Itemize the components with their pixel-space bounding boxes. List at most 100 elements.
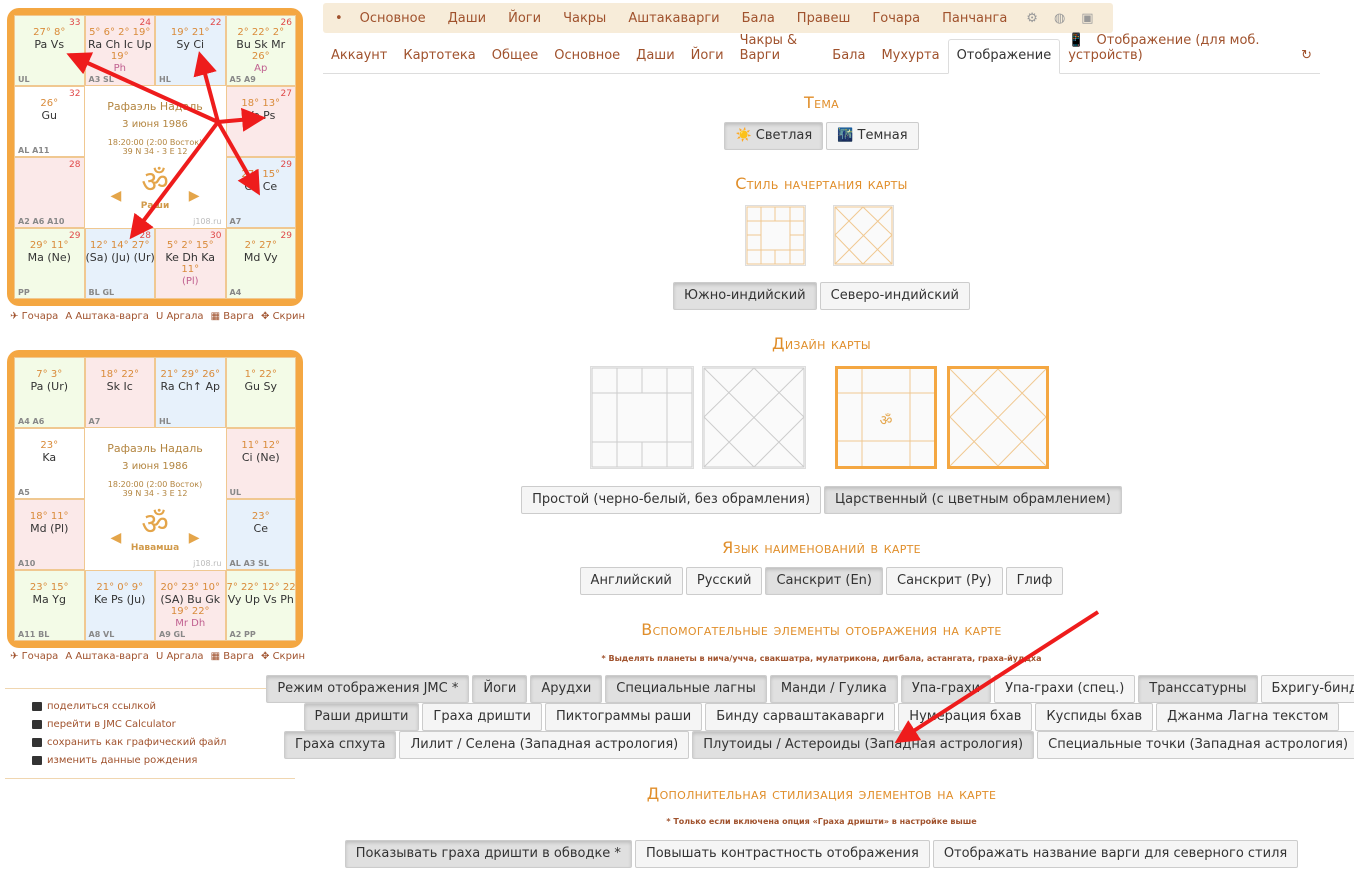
chart-house-cell[interactable]: 18° 11° Md (Pl) A10 bbox=[14, 499, 85, 570]
tab-bala-settings[interactable]: Бала bbox=[824, 48, 873, 73]
chart-house-cell[interactable]: 1° 22° Gu Sy bbox=[225, 357, 296, 428]
tab-chakry-vargi[interactable]: Чакры & Варги bbox=[732, 33, 825, 73]
tab-account[interactable]: Аккаунт bbox=[323, 48, 395, 73]
tab-panchanga[interactable]: Панчанга bbox=[931, 11, 1018, 26]
chart-house-cell[interactable]: 32 26° Gu AL A11 bbox=[14, 86, 85, 157]
yogi-button[interactable]: Йоги bbox=[472, 675, 528, 703]
jmc-calculator-link[interactable]: перейти в JMC Calculator bbox=[32, 716, 226, 734]
janma-lagna-text-button[interactable]: Джанма Лагна текстом bbox=[1156, 703, 1340, 731]
varga-link[interactable]: ▦ Варга bbox=[211, 311, 254, 327]
rasi-chart[interactable]: 33 27° 8° Pa Vs UL 24 5° 6° 2° 19° Ra Ch Ic Up… bbox=[7, 8, 303, 306]
tab-dashi-settings[interactable]: Даши bbox=[628, 48, 682, 73]
high-contrast-button[interactable]: Повышать контрастность отображения bbox=[634, 840, 930, 868]
book-icon[interactable]: ▣ bbox=[1073, 11, 1101, 26]
tab-bala[interactable]: Бала bbox=[731, 11, 786, 26]
navamsa-chart[interactable]: 7° 3° Pa (Ur) A4 A6 18° 22° Sk Ic A7 21° 29° 2… bbox=[7, 350, 303, 648]
jmc-mode-button[interactable]: Режим отображения JMC * bbox=[266, 675, 470, 703]
chart-house-cell[interactable]: 18° 22° Sk Ic A7 bbox=[84, 357, 155, 428]
tab-kartoteka[interactable]: Картотека bbox=[395, 48, 483, 73]
chart-house-cell[interactable]: 21° 29° 26° Ra Ch↑ Ap HL bbox=[155, 357, 226, 428]
chart-house-cell[interactable]: 21° 0° 9° Ke Ps (Ju) A8 VL bbox=[84, 570, 155, 641]
plutoids-asteroids-button[interactable]: Плутоиды / Астероиды (Западная астрологи… bbox=[692, 731, 1035, 759]
royal-north-thumbnail[interactable] bbox=[947, 366, 1049, 469]
lang-russian-button[interactable]: Русский bbox=[685, 567, 763, 595]
share-link[interactable]: поделиться ссылкой bbox=[32, 698, 226, 716]
tab-display-mobile[interactable]: 📱 Отображение (для моб. устройств) bbox=[1060, 33, 1285, 73]
chart-house-cell[interactable]: 29 29° 11° Ma (Ne) PP bbox=[14, 228, 85, 299]
ashtaka-link[interactable]: A Аштака-варга bbox=[65, 651, 149, 667]
globe-icon[interactable]: ◍ bbox=[1046, 11, 1073, 26]
edit-birth-data-link[interactable]: изменить данные рождения bbox=[32, 752, 226, 770]
tab-muhurta[interactable]: Мухурта bbox=[873, 48, 947, 73]
chart-house-cell[interactable]: 28 A2 A6 A10 bbox=[14, 157, 85, 228]
tab-yogi-settings[interactable]: Йоги bbox=[683, 48, 732, 73]
chart-house-cell[interactable]: 7° 3° Pa (Ur) A4 A6 bbox=[14, 357, 85, 428]
drishti-outline-button[interactable]: Показывать граха дришти в обводке * bbox=[344, 840, 632, 868]
lang-sanskrit-ru-button[interactable]: Санскрит (Ру) bbox=[886, 567, 1003, 595]
lilith-selena-button[interactable]: Лилит / Селена (Западная астрология) bbox=[399, 731, 690, 759]
royal-design-button[interactable]: Царственный (с цветным обрамлением) bbox=[824, 486, 1122, 514]
chart-house-cell[interactable]: 33 27° 8° Pa Vs UL bbox=[14, 15, 85, 86]
chart-house-cell[interactable]: 29 2° 27° Md Vy A4 bbox=[225, 228, 296, 299]
refresh-icon[interactable]: ↻ bbox=[1285, 48, 1320, 73]
theme-dark-button[interactable]: 🌃 Темная bbox=[826, 122, 919, 150]
south-indian-thumbnail[interactable] bbox=[745, 205, 806, 266]
simple-north-thumbnail[interactable] bbox=[702, 366, 806, 469]
north-indian-thumbnail[interactable] bbox=[833, 205, 894, 266]
tab-dashi[interactable]: Даши bbox=[437, 11, 497, 26]
tab-chakry[interactable]: Чакры bbox=[552, 11, 617, 26]
chart-house-cell[interactable]: 22 19° 21° Sy Ci HL bbox=[155, 15, 226, 86]
ashtaka-link[interactable]: A Аштака-варга bbox=[65, 311, 149, 327]
graha-drishti-button[interactable]: Граха дришти bbox=[422, 703, 542, 731]
bhava-numbering-button[interactable]: Нумерация бхав bbox=[898, 703, 1033, 731]
chart-house-cell[interactable]: 28 12° 14° 27° (Sa) (Ju) (Ur) BL GL bbox=[84, 228, 155, 299]
rashi-pictograms-button[interactable]: Пиктограммы раши bbox=[544, 703, 703, 731]
save-image-link[interactable]: сохранить как графический файл bbox=[32, 734, 226, 752]
chart-house-cell[interactable]: 30 5° 2° 15° Ke Dh Ka 11° (Pl) bbox=[155, 228, 226, 299]
lang-glyph-button[interactable]: Глиф bbox=[1005, 567, 1064, 595]
chart-house-cell[interactable]: 20° 23° 10° (SA) Bu Gk 19° 22° Mr Dh A9 GL bbox=[155, 570, 226, 641]
tab-gochara[interactable]: Гочара bbox=[861, 11, 931, 26]
sarvashtaka-bindu-button[interactable]: Бинду сарваштакаварги bbox=[705, 703, 896, 731]
chart-house-cell[interactable]: 7° 22° 12° 22° Vy Up Vs Ph A2 PP bbox=[225, 570, 296, 641]
tab-basic[interactable]: Основное bbox=[546, 48, 628, 73]
chart-house-cell[interactable]: 11° 12° Ci (Ne) UL bbox=[225, 428, 296, 499]
north-indian-button[interactable]: Северо-индийский bbox=[819, 282, 970, 310]
settings-gear-icon[interactable]: ⚙ bbox=[1018, 11, 1046, 26]
gochara-link[interactable]: ✈ Гочара bbox=[10, 311, 58, 327]
next-chart-arrow-icon[interactable]: ▶ bbox=[189, 530, 200, 546]
chart-house-cell[interactable]: 26 2° 22° 2° Bu Sk Mr 26° Ap A5 A9 bbox=[225, 15, 296, 86]
screen-link[interactable]: ✥ Скрин bbox=[261, 311, 305, 327]
rashi-drishti-button[interactable]: Раши дришти bbox=[303, 703, 420, 731]
chart-house-cell[interactable]: 23° Ce AL A3 SL bbox=[225, 499, 296, 570]
argala-link[interactable]: U Аргала bbox=[156, 651, 204, 667]
simple-south-thumbnail[interactable] bbox=[590, 366, 694, 469]
screen-link[interactable]: ✥ Скрин bbox=[261, 651, 305, 667]
bhrigu-bindu-button[interactable]: Бхригу-бинду bbox=[1260, 675, 1354, 703]
chart-house-cell[interactable]: 27 18° 13° Ve Ps bbox=[225, 86, 296, 157]
upagrahi-special-button[interactable]: Упа-грахи (спец.) bbox=[994, 675, 1136, 703]
prev-chart-arrow-icon[interactable]: ◀ bbox=[111, 188, 122, 204]
graha-sphuta-button[interactable]: Граха спхута bbox=[283, 731, 397, 759]
varga-name-north-button[interactable]: Отображать название варги для северного … bbox=[932, 840, 1299, 868]
tab-yogi[interactable]: Йоги bbox=[497, 11, 552, 26]
tab-general[interactable]: Общее bbox=[484, 48, 547, 73]
prev-chart-arrow-icon[interactable]: ◀ bbox=[111, 530, 122, 546]
tab-pravesh[interactable]: Правеш bbox=[786, 11, 862, 26]
transsaturn-button[interactable]: Транссатурны bbox=[1138, 675, 1258, 703]
tab-ashtakavargi[interactable]: Аштакаварги bbox=[617, 11, 730, 26]
gochara-link[interactable]: ✈ Гочара bbox=[10, 651, 58, 667]
next-chart-arrow-icon[interactable]: ▶ bbox=[189, 188, 200, 204]
simple-design-button[interactable]: Простой (черно-белый, без обрамления) bbox=[521, 486, 822, 514]
arudhi-button[interactable]: Арудхи bbox=[530, 675, 603, 703]
varga-link[interactable]: ▦ Варга bbox=[211, 651, 254, 667]
special-lagna-button[interactable]: Специальные лагны bbox=[605, 675, 767, 703]
argala-link[interactable]: U Аргала bbox=[156, 311, 204, 327]
tab-display[interactable]: Отображение bbox=[947, 39, 1061, 74]
chart-house-cell[interactable]: 24 5° 6° 2° 19° Ra Ch Ic Up 19° Ph A3 SL bbox=[84, 15, 155, 86]
tab-main[interactable]: Основное bbox=[349, 11, 437, 26]
upagrahi-button[interactable]: Упа-грахи bbox=[900, 675, 992, 703]
lang-sanskrit-en-button[interactable]: Санскрит (En) bbox=[765, 567, 883, 595]
royal-south-thumbnail[interactable]: ॐ bbox=[835, 366, 937, 469]
special-points-button[interactable]: Специальные точки (Западная астрология) bbox=[1037, 731, 1354, 759]
